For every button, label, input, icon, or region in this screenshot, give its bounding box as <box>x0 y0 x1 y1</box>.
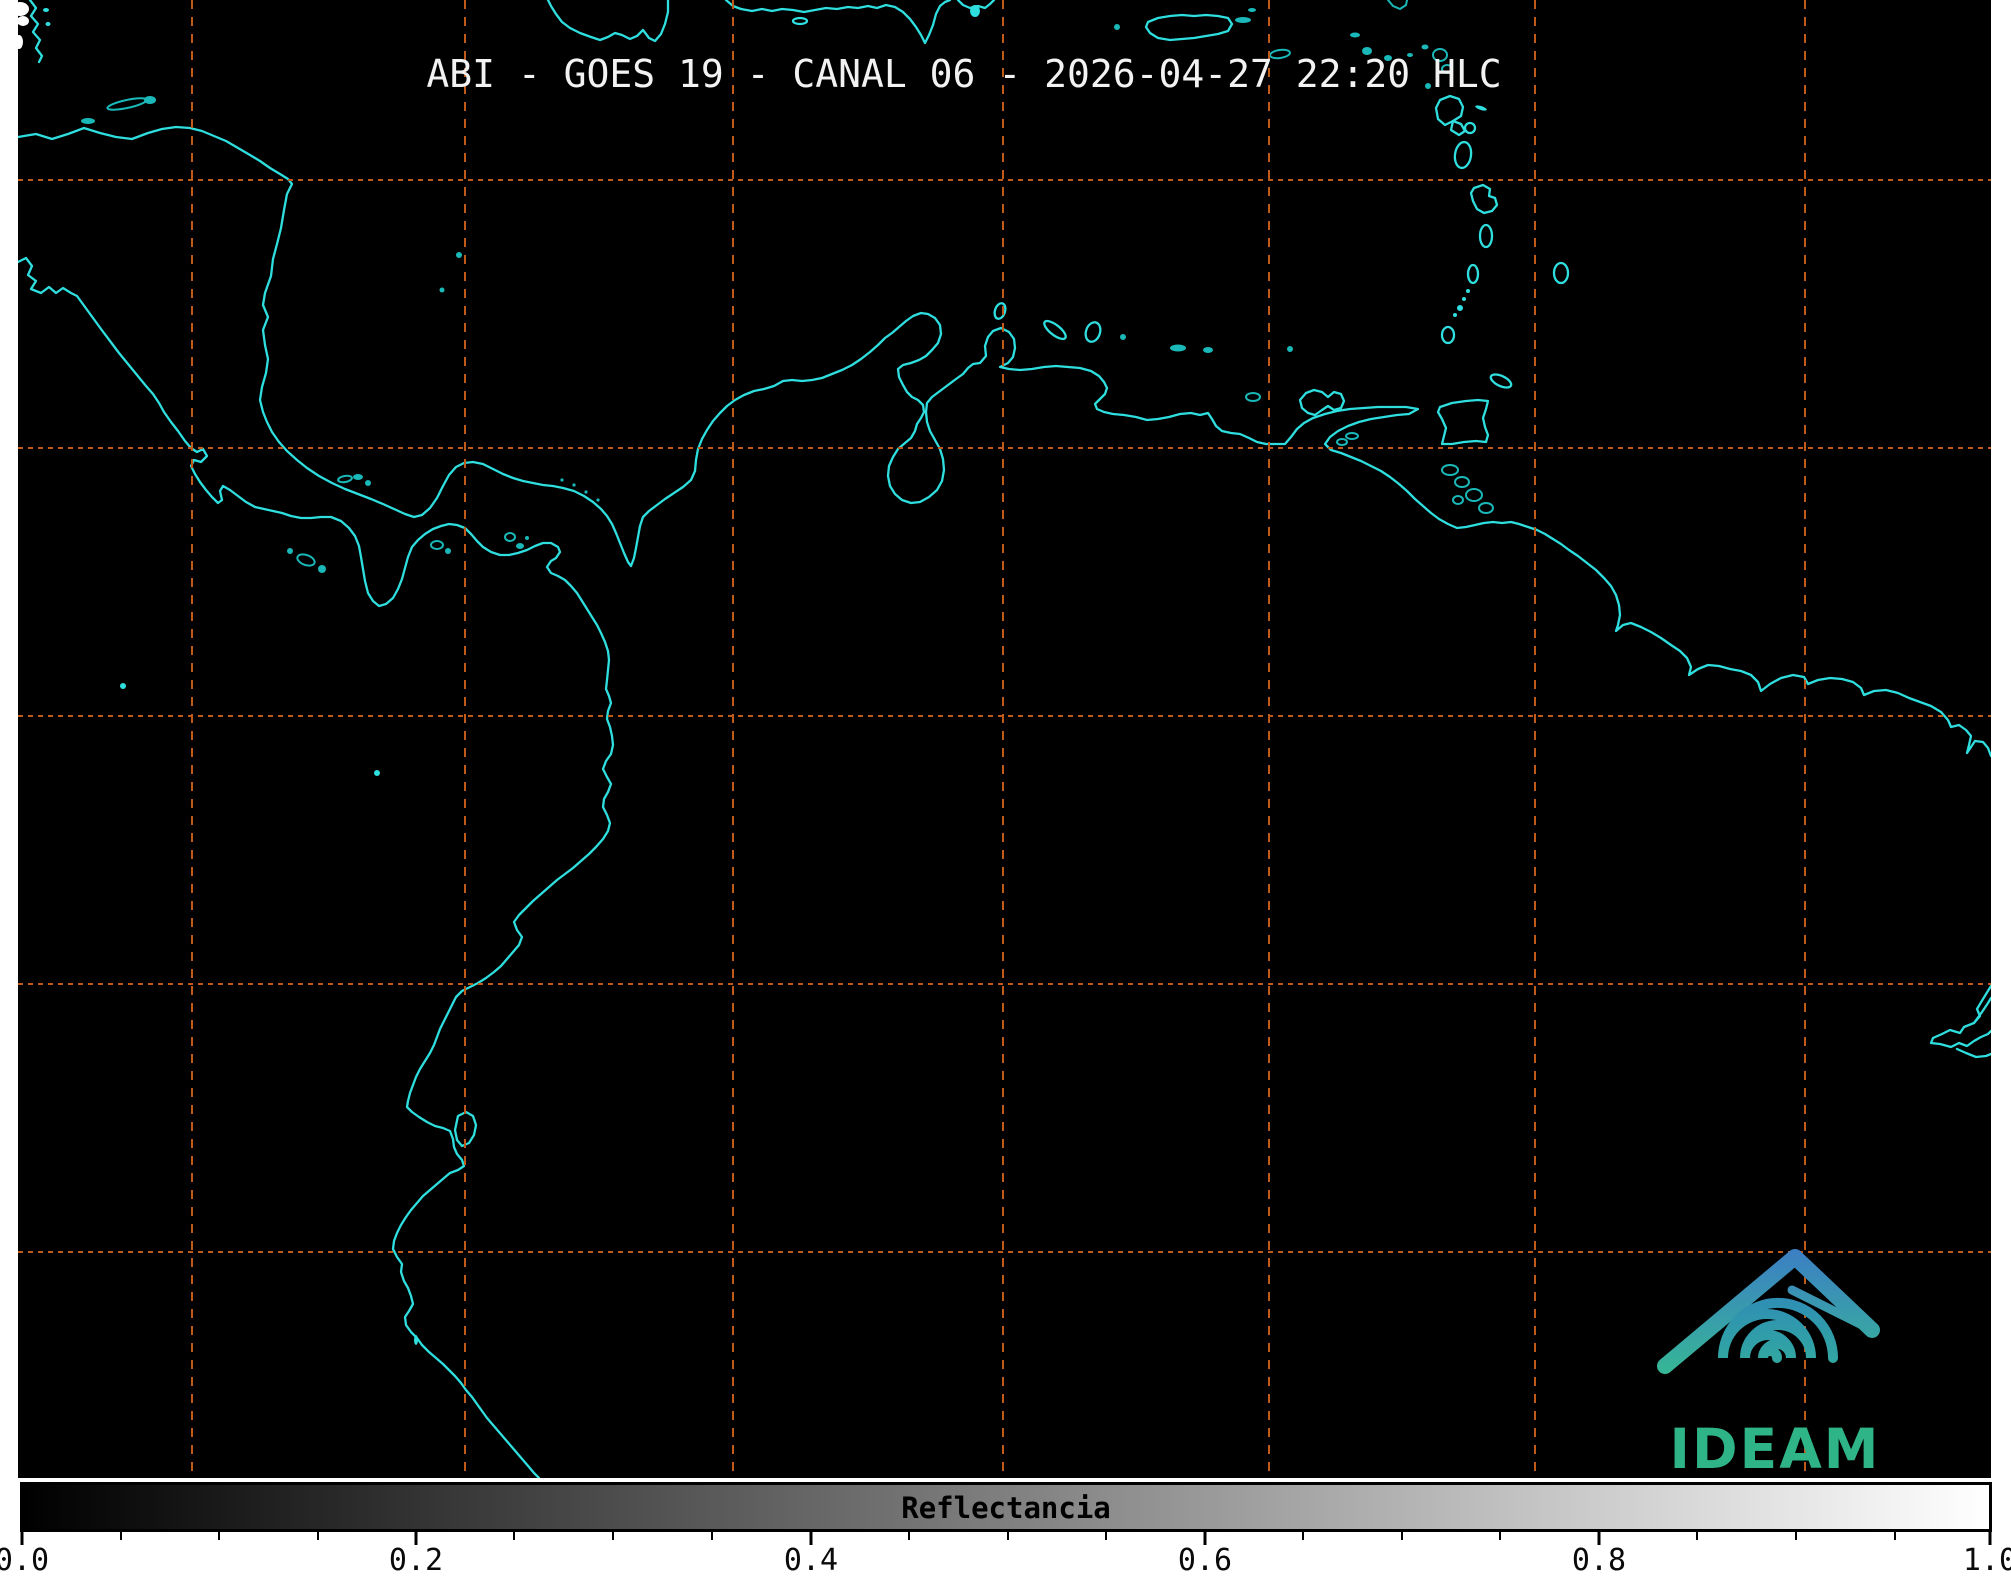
beata-island <box>970 5 980 17</box>
colorbar-tick-0: 0.0 <box>0 1543 50 1577</box>
colorbar-tick-0-2: 0.2 <box>388 1543 444 1577</box>
utila-island <box>81 118 95 124</box>
colorbar-tick-0-8: 0.8 <box>1571 1543 1627 1577</box>
image-title: ABI - GOES 19 - CANAL 06 - 2026-04-27 22… <box>426 52 1502 96</box>
san-andres-island <box>439 287 445 293</box>
map-data-area <box>18 0 1991 1478</box>
mona-island <box>1114 24 1120 30</box>
cocos-island <box>120 683 126 689</box>
satellite-image-viewer: IDEAM ABI - GOES 19 - CANAL 06 - 2026-04… <box>0 0 2011 1577</box>
colorbar-tick-1: 1.0 <box>1962 1543 2011 1577</box>
malpelo-island <box>374 770 380 776</box>
colorbar-tick-0-4: 0.4 <box>783 1543 839 1577</box>
logo-text: IDEAM <box>1670 1417 1881 1478</box>
guanaja-island <box>144 96 156 104</box>
map-canvas: IDEAM <box>11 0 1991 1478</box>
providencia-island <box>456 252 462 258</box>
peru-islet <box>414 1335 418 1345</box>
los-testigos-island <box>1287 346 1293 352</box>
colorbar-label: Reflectancia <box>901 1491 1111 1525</box>
colorbar-axis <box>20 1532 1992 1545</box>
colorbar-tick-0-6: 0.6 <box>1177 1543 1233 1577</box>
vieques-island <box>1235 17 1251 23</box>
culebra-island <box>1248 8 1256 12</box>
colorbar: Reflectancia <box>20 1482 1992 1532</box>
